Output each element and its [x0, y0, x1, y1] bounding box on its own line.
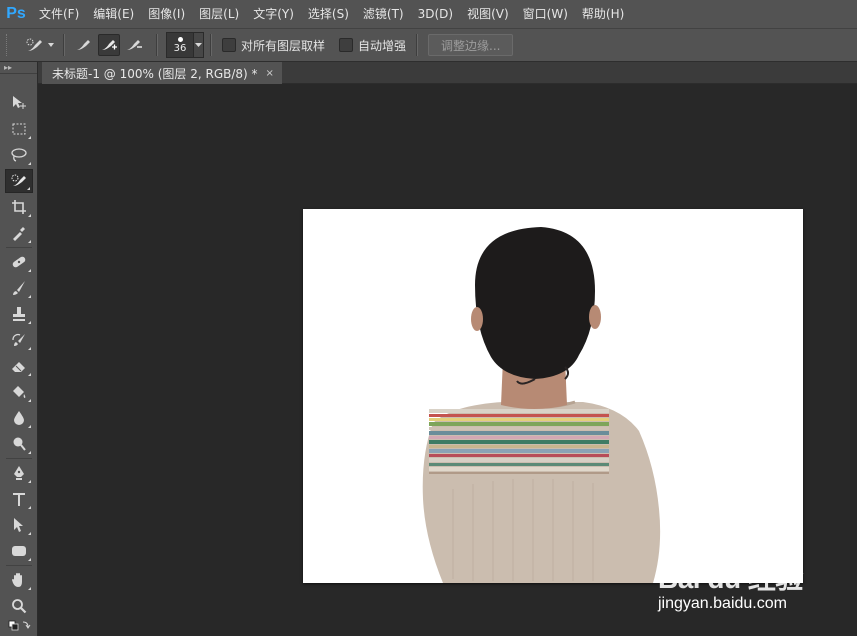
- tool-preset-picker[interactable]: [25, 36, 55, 54]
- history-brush-tool[interactable]: [5, 328, 33, 352]
- sample-all-layers-checkbox[interactable]: 对所有图层取样: [222, 37, 325, 54]
- brush-icon: [13, 281, 25, 295]
- menu-3d[interactable]: 3D(D): [411, 0, 460, 28]
- document-tab-bar: 未标题-1 @ 100% (图层 2, RGB/8) * ×: [38, 62, 857, 84]
- pen-tool[interactable]: [5, 461, 33, 485]
- divider: [6, 458, 32, 459]
- menu-view[interactable]: 视图(V): [460, 0, 516, 28]
- marquee-icon: [12, 123, 26, 135]
- options-bar: 36 对所有图层取样 自动增强 调整边缘...: [0, 28, 857, 62]
- eyedropper-icon: [13, 227, 25, 241]
- auto-enhance-label: 自动增强: [358, 38, 407, 53]
- paint-bucket-tool[interactable]: [5, 380, 33, 404]
- person-photo: [422, 227, 661, 583]
- zoom-tool[interactable]: [5, 594, 33, 618]
- default-colors-button[interactable]: [5, 618, 33, 634]
- refine-edge-button[interactable]: 调整边缘...: [428, 34, 514, 56]
- bandage-icon: [12, 256, 26, 268]
- checkbox-box[interactable]: [339, 38, 354, 52]
- crop-tool[interactable]: [5, 195, 33, 219]
- watermark-url: jingyan.baidu.com: [658, 595, 787, 612]
- divider: [6, 565, 32, 566]
- toolbar-collapse-icon[interactable]: ▸▸: [0, 62, 37, 74]
- menu-file[interactable]: 文件(F): [32, 0, 86, 28]
- checkbox-box[interactable]: [222, 38, 236, 52]
- new-selection-icon: [77, 40, 90, 50]
- close-icon[interactable]: ×: [266, 68, 274, 79]
- options-grip[interactable]: [6, 34, 13, 56]
- brush-size-value: 36: [173, 42, 187, 54]
- spot-healing-brush-tool[interactable]: [5, 250, 33, 274]
- photoshop-logo: Ps: [6, 5, 26, 22]
- type-tool[interactable]: [5, 487, 33, 511]
- dodge-icon: [13, 437, 26, 451]
- menu-window[interactable]: 窗口(W): [516, 0, 575, 28]
- brush-picker-dropdown[interactable]: [194, 32, 204, 58]
- subtract-from-selection-button[interactable]: [123, 34, 145, 56]
- lasso-icon: [11, 148, 27, 162]
- lasso-tool[interactable]: [5, 143, 33, 167]
- chevron-down-icon: [48, 43, 54, 47]
- brush-tool[interactable]: [5, 276, 33, 300]
- divider: [416, 34, 419, 56]
- add-to-selection-icon: [102, 40, 117, 50]
- baidu-watermark: Bai du 经验 jingyan.baidu.com: [640, 545, 840, 625]
- document-tab[interactable]: 未标题-1 @ 100% (图层 2, RGB/8) * ×: [42, 62, 282, 84]
- path-selection-tool[interactable]: [5, 513, 33, 537]
- dodge-tool[interactable]: [5, 432, 33, 456]
- pen-icon: [14, 466, 24, 480]
- menu-help[interactable]: 帮助(H): [575, 0, 631, 28]
- rectangular-marquee-tool[interactable]: [5, 117, 33, 141]
- blur-drop-icon: [14, 411, 24, 425]
- striped-yoke: [429, 409, 609, 474]
- rounded-rectangle-icon: [12, 546, 26, 556]
- chevron-down-icon: [195, 43, 202, 47]
- menu-type[interactable]: 文字(Y): [246, 0, 301, 28]
- document-canvas[interactable]: [303, 209, 803, 583]
- clone-stamp-tool[interactable]: [5, 302, 33, 326]
- menu-bar: Ps 文件(F) 编辑(E) 图像(I) 图层(L) 文字(Y) 选择(S) 滤…: [0, 0, 857, 28]
- divider: [6, 247, 32, 248]
- tools-panel: ▸▸: [0, 62, 38, 636]
- menu-select[interactable]: 选择(S): [301, 0, 356, 28]
- sample-all-layers-label: 对所有图层取样: [241, 38, 326, 53]
- brush-tip-icon: [177, 36, 183, 42]
- divider: [210, 34, 212, 56]
- quick-selection-icon: [11, 174, 26, 186]
- divider: [156, 34, 158, 56]
- document-tab-title: 未标题-1 @ 100% (图层 2, RGB/8) *: [52, 66, 258, 81]
- stamp-icon: [13, 307, 25, 321]
- rectangle-tool[interactable]: [5, 539, 33, 563]
- hair: [475, 227, 595, 379]
- eyedropper-tool[interactable]: [5, 221, 33, 245]
- move-icon: [13, 96, 26, 109]
- crop-icon: [12, 200, 26, 214]
- eraser-tool[interactable]: [5, 354, 33, 378]
- quick-selection-tool[interactable]: [5, 169, 33, 193]
- divider: [63, 34, 65, 56]
- paint-bucket-icon: [13, 386, 26, 398]
- type-icon: [13, 493, 25, 506]
- blur-tool[interactable]: [5, 406, 33, 430]
- auto-enhance-checkbox[interactable]: 自动增强: [339, 37, 406, 54]
- brush-size-picker[interactable]: 36: [166, 32, 194, 58]
- menu-image[interactable]: 图像(I): [141, 0, 192, 28]
- hand-icon: [12, 573, 22, 587]
- watermark-brand: Bai du 经验: [658, 563, 803, 594]
- move-tool[interactable]: [5, 90, 33, 114]
- menu-edit[interactable]: 编辑(E): [86, 0, 141, 28]
- swap-colors-icon: [8, 620, 31, 631]
- menu-filter[interactable]: 滤镜(T): [356, 0, 411, 28]
- menu-layer[interactable]: 图层(L): [192, 0, 246, 28]
- add-to-selection-button[interactable]: [98, 34, 120, 56]
- quick-selection-icon: [26, 38, 42, 51]
- history-brush-icon: [12, 333, 25, 346]
- new-selection-button[interactable]: [73, 34, 95, 56]
- eraser-icon: [12, 362, 25, 372]
- hand-tool[interactable]: [5, 568, 33, 592]
- path-selection-icon: [14, 518, 23, 532]
- subtract-selection-icon: [127, 40, 142, 50]
- zoom-icon: [12, 599, 27, 614]
